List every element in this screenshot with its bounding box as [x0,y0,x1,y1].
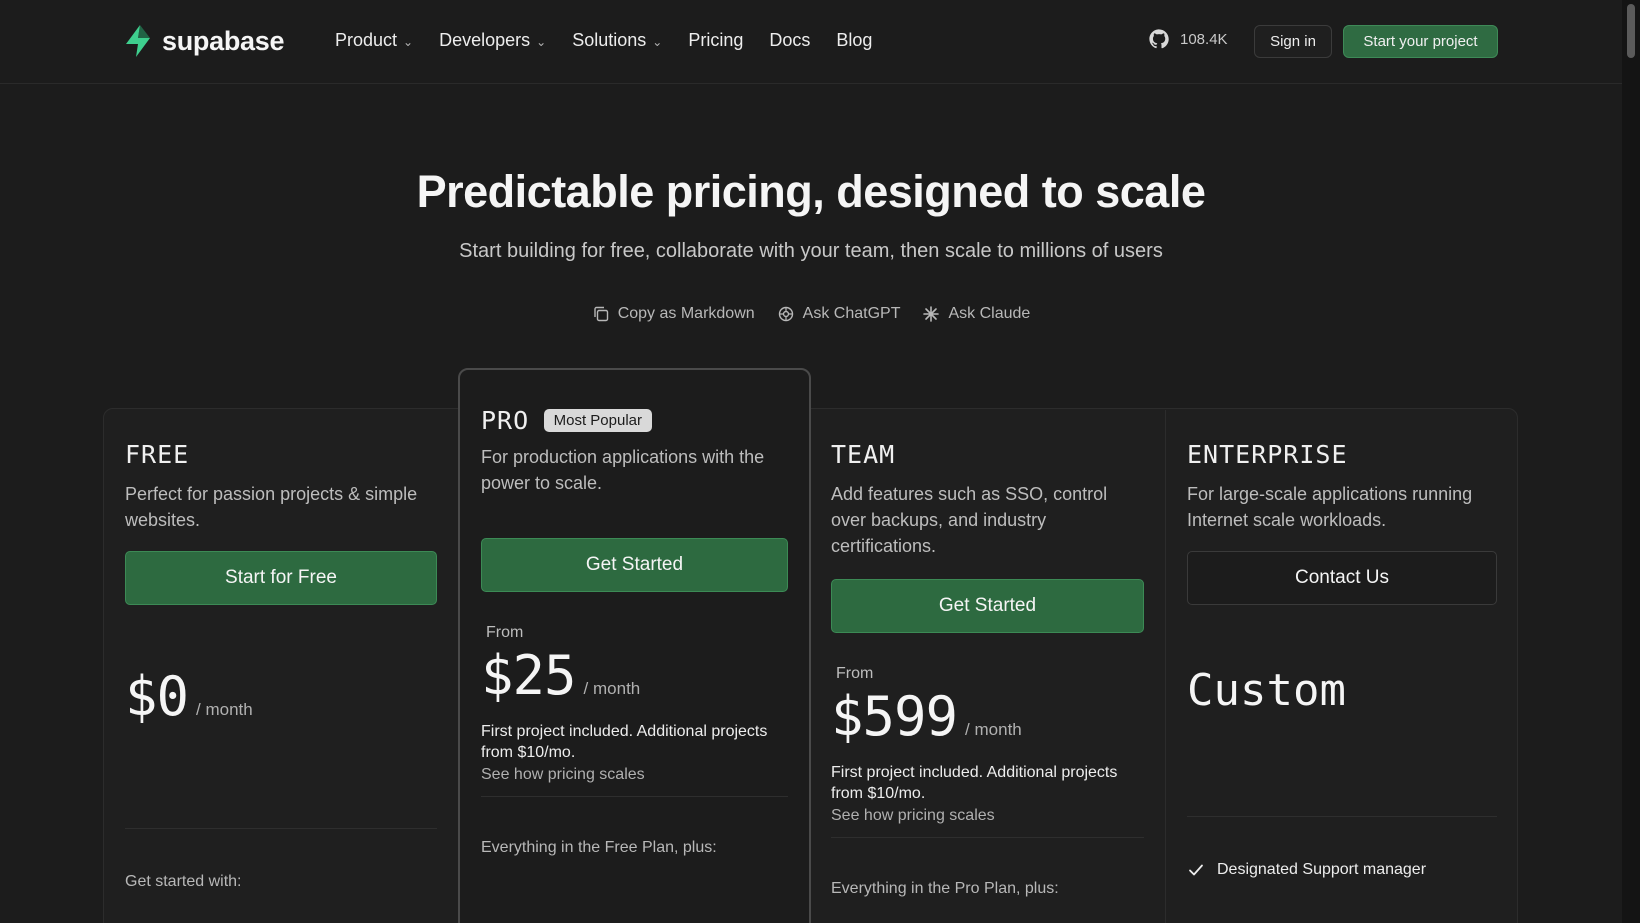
openai-icon [778,306,793,322]
price-from: From [486,624,524,641]
plan-price: Custom [1187,665,1346,716]
plan-features-heading: Everything in the Pro Plan, plus: [831,880,1059,897]
price-row: $0 / month [125,665,437,728]
plan-price: $599 [831,685,958,748]
price-row: $25 / month [481,644,788,707]
plan-features-heading: Get started with: [125,873,242,890]
plan-header: PRO Most Popular [481,406,788,436]
claude-icon [923,306,940,322]
brand-name: supabase [162,25,285,56]
nav-blog-label: Blog [836,30,873,50]
pricing-scales-link[interactable]: See how pricing scales [481,766,788,784]
start-project-button[interactable]: Start your project [1343,25,1498,58]
contact-us-button[interactable]: Contact Us [1187,551,1497,605]
top-nav: supabase Product ⌄ Developers ⌄ Solution… [0,0,1622,84]
github-star-count: 108.4K [1180,30,1228,48]
plan-card-free: FREE Perfect for passion projects & simp… [125,440,437,891]
plan-name: FREE [125,440,190,469]
price-note: First project included. Additional proje… [831,764,1118,802]
chevron-down-icon: ⌄ [536,34,547,49]
plan-card-pro: PRO Most Popular For production applicat… [458,368,811,923]
divider [831,837,1144,838]
plan-name: TEAM [831,440,896,469]
page-title: Predictable pricing, designed to scale [416,166,1206,217]
github-icon [1149,29,1169,49]
ask-chatgpt-button[interactable]: Ask ChatGPT [777,305,901,323]
ask-chatgpt-label: Ask ChatGPT [802,305,901,322]
nav-blog[interactable]: Blog [836,30,872,51]
scrollbar-track[interactable] [1622,0,1640,923]
plan-price: $0 [125,665,189,728]
nav-product[interactable]: Product ⌄ [335,30,413,51]
check-icon [1189,864,1203,876]
nav-developers-label: Developers [439,30,531,50]
get-started-button[interactable]: Get Started [831,579,1144,633]
nav-solutions-label: Solutions [572,30,647,50]
price-note: First project included. Additional proje… [481,723,768,761]
feature-item: Designated Support manager [1187,861,1497,879]
nav-solutions[interactable]: Solutions ⌄ [572,30,662,51]
ask-claude-button[interactable]: Ask Claude [922,305,1030,323]
nav-developers[interactable]: Developers ⌄ [439,30,546,51]
most-popular-badge: Most Popular [543,409,652,432]
price-period: / month [965,720,1022,739]
page-actions: Copy as Markdown Ask ChatGPT Ask Claude [0,305,1622,323]
plan-card-team: TEAM Add features such as SSO, control o… [831,440,1144,898]
copy-markdown-label: Copy as Markdown [617,305,755,322]
nav-product-label: Product [335,30,398,50]
plan-description: For large-scale applications running Int… [1187,484,1473,530]
nav-pricing[interactable]: Pricing [688,30,743,51]
copy-icon [594,306,608,322]
brand-logo[interactable]: supabase [122,24,284,58]
plan-card-enterprise: ENTERPRISE For large-scale applications … [1187,440,1497,879]
price-row: $599 / month [831,685,1144,748]
start-for-free-button[interactable]: Start for Free [125,551,437,605]
sign-in-button[interactable]: Sign in [1254,25,1332,58]
nav-docs-label: Docs [769,30,811,50]
get-started-button[interactable]: Get Started [481,538,788,592]
page-subtitle: Start building for free, collaborate wit… [459,240,1163,262]
divider [481,796,788,797]
pricing-scales-link[interactable]: See how pricing scales [831,807,1144,825]
divider [125,828,437,829]
plan-description: Perfect for passion projects & simple we… [125,484,418,530]
divider [1187,816,1497,817]
plan-description: Add features such as SSO, control over b… [831,484,1108,556]
plan-price: $25 [481,644,577,707]
supabase-logo-icon [126,25,150,57]
price-period: / month [196,700,253,719]
chevron-down-icon: ⌄ [403,34,414,49]
plan-features-heading: Everything in the Free Plan, plus: [481,839,717,856]
chevron-down-icon: ⌄ [652,34,663,49]
ask-claude-label: Ask Claude [948,305,1031,322]
price-period: / month [583,679,641,698]
plan-name: PRO [481,406,530,435]
nav-links: Product ⌄ Developers ⌄ Solutions ⌄ Prici… [335,30,872,51]
price-from: From [836,665,874,682]
plan-name: ENTERPRISE [1187,440,1348,469]
card-divider [1165,410,1166,923]
github-stars-link[interactable]: 108.4K [1148,28,1228,50]
nav-pricing-label: Pricing [688,30,744,50]
feature-label: Designated Support manager [1217,861,1427,878]
nav-docs[interactable]: Docs [769,30,810,51]
copy-markdown-button[interactable]: Copy as Markdown [592,305,755,323]
scrollbar-thumb[interactable] [1627,4,1635,58]
plan-description: For production applications with the pow… [481,447,765,493]
